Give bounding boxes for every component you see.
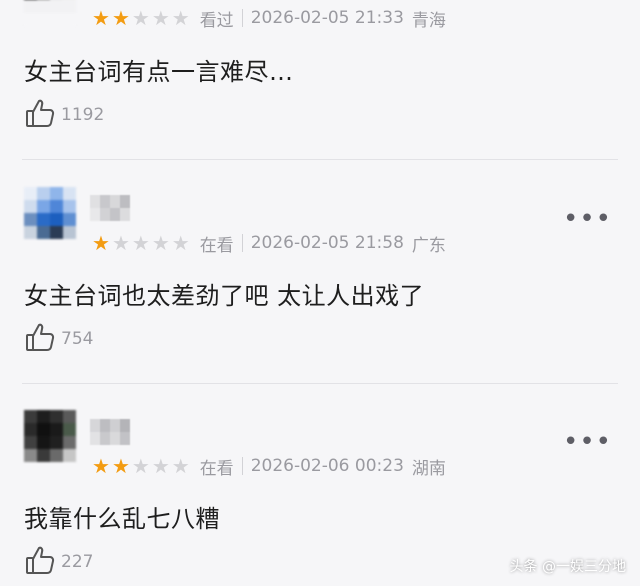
meta-divider bbox=[241, 457, 243, 475]
comment-text: 我靠什么乱七八糟 bbox=[24, 505, 220, 533]
star-icon: ★ bbox=[171, 6, 190, 30]
like-button[interactable]: 754 bbox=[24, 323, 93, 355]
like-count: 1192 bbox=[61, 105, 105, 125]
like-count: 754 bbox=[61, 329, 94, 349]
star-icon: ★ bbox=[92, 6, 110, 30]
comment-meta: ★ ★ ★ ★ ★ 看过 2026-02-05 21:33 青海 bbox=[92, 6, 446, 31]
star-icon: ★ bbox=[131, 231, 150, 255]
meta-divider bbox=[241, 9, 243, 27]
star-icon: ★ bbox=[171, 454, 190, 478]
comment-text: 女主台词也太差劲了吧 太让人出戏了 bbox=[24, 282, 425, 310]
like-button[interactable]: 1192 bbox=[24, 99, 104, 131]
star-icon: ★ bbox=[92, 454, 110, 478]
avatar[interactable] bbox=[24, 187, 76, 239]
comment-text: 女主台词有点一言难尽… bbox=[24, 58, 294, 86]
comment-location: 湖南 bbox=[411, 458, 446, 479]
avatar[interactable] bbox=[24, 410, 76, 462]
more-dots-icon[interactable]: ••• bbox=[563, 206, 612, 232]
watch-status: 看过 bbox=[199, 10, 234, 31]
watch-status: 在看 bbox=[199, 235, 234, 256]
thumbs-up-icon bbox=[24, 544, 56, 580]
star-icon: ★ bbox=[111, 6, 130, 30]
comment-divider bbox=[22, 159, 618, 160]
watch-status: 在看 bbox=[199, 458, 234, 479]
star-icon: ★ bbox=[92, 231, 110, 255]
star-icon: ★ bbox=[171, 231, 190, 255]
rating-stars: ★ ★ ★ ★ ★ bbox=[92, 8, 190, 28]
star-icon: ★ bbox=[111, 454, 130, 478]
comment-location: 广东 bbox=[411, 235, 446, 256]
like-button[interactable]: 227 bbox=[24, 546, 93, 578]
more-dots-icon[interactable]: ••• bbox=[563, 429, 612, 455]
comment-divider bbox=[22, 383, 618, 384]
comment-location: 青海 bbox=[411, 10, 446, 31]
thumbs-up-icon bbox=[24, 321, 56, 357]
username[interactable] bbox=[90, 195, 130, 221]
avatar[interactable] bbox=[24, 0, 76, 26]
star-icon: ★ bbox=[111, 231, 130, 255]
star-icon: ★ bbox=[131, 6, 150, 30]
like-count: 227 bbox=[61, 552, 94, 572]
comment-datetime: 2026-02-05 21:33 bbox=[250, 8, 404, 28]
rating-stars: ★ ★ ★ ★ ★ bbox=[92, 233, 190, 253]
comment-meta: ★ ★ ★ ★ ★ 在看 2026-02-06 00:23 湖南 bbox=[92, 454, 446, 479]
star-icon: ★ bbox=[131, 454, 150, 478]
comment-datetime: 2026-02-05 21:58 bbox=[250, 233, 404, 253]
comment-datetime: 2026-02-06 00:23 bbox=[250, 456, 404, 476]
star-icon: ★ bbox=[151, 231, 170, 255]
thumbs-up-icon bbox=[24, 97, 56, 133]
star-icon: ★ bbox=[151, 6, 170, 30]
rating-stars: ★ ★ ★ ★ ★ bbox=[92, 456, 190, 476]
meta-divider bbox=[241, 234, 243, 252]
star-icon: ★ bbox=[151, 454, 170, 478]
comment-meta: ★ ★ ★ ★ ★ 在看 2026-02-05 21:58 广东 bbox=[92, 231, 446, 256]
username[interactable] bbox=[90, 419, 130, 445]
watermark: 头条 @一娱三分地 bbox=[509, 559, 626, 575]
